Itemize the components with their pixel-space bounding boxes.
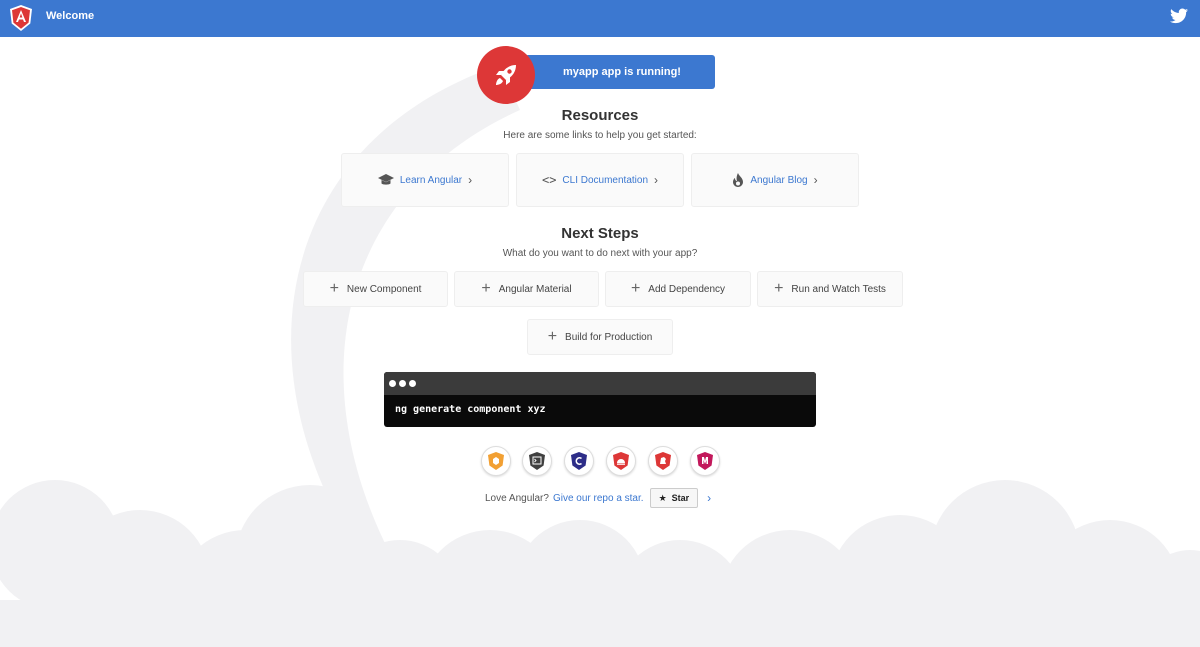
angularfire-link[interactable] [690, 446, 720, 476]
flame-icon [733, 173, 744, 187]
rocket-icon [496, 65, 516, 85]
github-star-row: Love Angular? Give our repo a star. ★ St… [485, 488, 711, 508]
app-running-banner: myapp app is running! [525, 55, 715, 89]
run-watch-tests-label: Run and Watch Tests [791, 283, 886, 295]
chevron-right-icon: › [813, 173, 818, 187]
plus-icon: + [547, 328, 558, 345]
graduation-cap-icon [377, 174, 394, 185]
give-star-link[interactable]: Give our repo a star. [553, 493, 644, 504]
angular-material-button[interactable]: + Angular Material [454, 271, 599, 307]
terminal-dot [409, 380, 416, 387]
chevron-right-icon: › [654, 173, 659, 187]
add-dependency-label: Add Dependency [648, 283, 726, 295]
chevron-right-icon[interactable]: › [707, 491, 711, 505]
code-brackets-icon: <> [541, 173, 557, 187]
toolbar-title: Welcome [46, 10, 95, 22]
star-icon: ★ [658, 492, 667, 503]
star-button[interactable]: ★ Star [649, 488, 699, 508]
cli-link[interactable] [522, 446, 552, 476]
plus-icon: + [329, 280, 339, 297]
angular-material-label: Angular Material [498, 283, 572, 295]
cli-icon [529, 452, 545, 470]
animations-link[interactable] [481, 446, 511, 476]
ngrx-icon [655, 452, 671, 470]
plus-icon: + [630, 280, 641, 297]
star-label: Star [671, 493, 690, 503]
protractor-link[interactable] [606, 446, 636, 476]
cli-documentation-link[interactable]: <> CLI Documentation › [516, 153, 684, 207]
chevron-right-icon: › [468, 173, 473, 187]
next-steps-subtitle: What do you want to do next with your ap… [502, 248, 698, 259]
angularfire-icon [697, 452, 713, 470]
terminal-dot [389, 380, 396, 387]
rocket-badge [477, 46, 535, 104]
new-component-label: New Component [346, 283, 422, 295]
toolbar: Welcome [0, 0, 1200, 37]
new-component-button[interactable]: + New Component [303, 271, 448, 307]
resources-title: Resources [561, 107, 639, 124]
augury-link[interactable] [564, 446, 594, 476]
love-angular-text: Love Angular? [485, 492, 549, 504]
plus-icon: + [481, 280, 491, 297]
animations-icon [488, 452, 504, 470]
cli-documentation-label: CLI Documentation [562, 174, 649, 186]
augury-icon [571, 452, 587, 470]
run-watch-tests-button[interactable]: + Run and Watch Tests [757, 271, 903, 307]
plus-icon: + [774, 280, 784, 297]
terminal-command[interactable]: ng generate component xyz [384, 395, 816, 415]
angular-blog-link[interactable]: Angular Blog › [691, 153, 859, 207]
next-steps-title: Next Steps [561, 225, 639, 242]
learn-angular-link[interactable]: Learn Angular › [341, 153, 509, 207]
build-production-label: Build for Production [565, 331, 653, 343]
add-dependency-button[interactable]: + Add Dependency [605, 271, 751, 307]
ngrx-link[interactable] [648, 446, 678, 476]
build-production-button[interactable]: + Build for Production [527, 319, 673, 355]
app-running-text: myapp app is running! [563, 66, 681, 78]
learn-angular-label: Learn Angular [399, 174, 463, 186]
resources-subtitle: Here are some links to help you get star… [503, 130, 697, 141]
angular-logo-icon[interactable] [10, 5, 32, 31]
terminal-titlebar [384, 372, 816, 395]
twitter-icon[interactable] [1170, 8, 1188, 24]
protractor-icon [613, 452, 629, 470]
main-content: myapp app is running! Resources Here are… [0, 37, 1200, 647]
terminal-dot [399, 380, 406, 387]
angular-blog-label: Angular Blog [750, 174, 808, 186]
terminal: ng generate component xyz [384, 372, 816, 427]
